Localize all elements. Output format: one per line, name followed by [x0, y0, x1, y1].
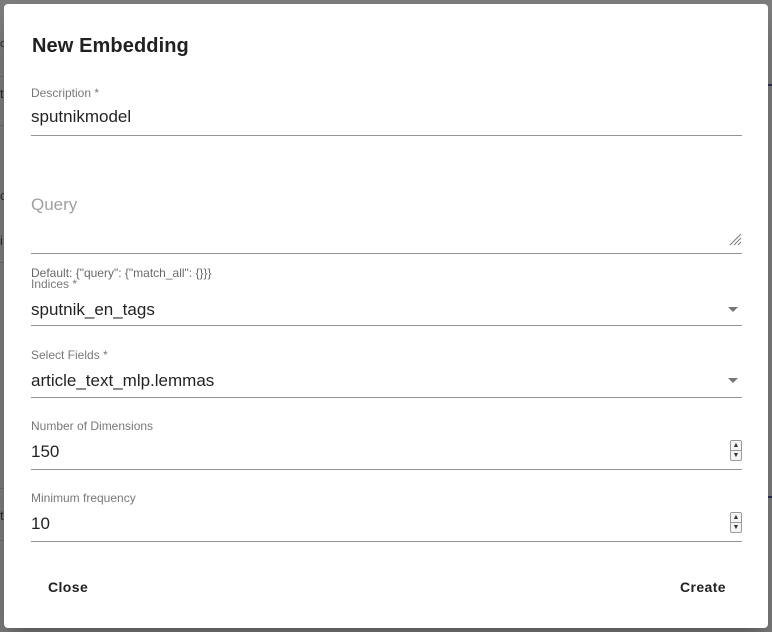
dimensions-input[interactable]: 150 [31, 442, 59, 462]
decrement-icon[interactable]: ▼ [731, 451, 741, 460]
new-embedding-dialog: New Embedding Description * sputnikmodel… [4, 4, 768, 628]
indices-underline [31, 325, 742, 326]
increment-icon[interactable]: ▲ [731, 441, 741, 451]
indices-value: sputnik_en_tags [31, 300, 155, 319]
dimensions-label: Number of Dimensions [31, 419, 154, 433]
number-spinner-icon[interactable]: ▲ ▼ [730, 512, 742, 533]
min-frequency-underline [31, 541, 742, 542]
decrement-icon[interactable]: ▼ [731, 523, 741, 532]
query-input[interactable]: Query [31, 195, 77, 215]
background-text: i [0, 233, 3, 248]
description-underline [31, 135, 742, 136]
caret-down-icon[interactable] [728, 378, 738, 383]
indices-label: Indices * [31, 277, 78, 291]
caret-down-icon[interactable] [728, 307, 738, 312]
create-button[interactable]: Create [664, 569, 742, 605]
select-fields-value: article_text_mlp.lemmas [31, 371, 215, 390]
description-label: Description * [31, 86, 100, 100]
indices-select[interactable]: Indices * sputnik_en_tags [31, 277, 742, 327]
select-fields-label: Select Fields * [31, 348, 108, 362]
select-fields-select[interactable]: Select Fields * article_text_mlp.lemmas [31, 348, 742, 398]
query-underline [31, 253, 742, 254]
description-input[interactable]: sputnikmodel [31, 107, 131, 127]
min-frequency-field[interactable]: Minimum frequency 10 ▲ ▼ [31, 491, 742, 543]
dimensions-field[interactable]: Number of Dimensions 150 ▲ ▼ [31, 419, 742, 471]
dialog-title: New Embedding [32, 35, 189, 57]
min-frequency-input[interactable]: 10 [31, 514, 50, 534]
resize-grip-icon[interactable] [728, 232, 742, 246]
number-spinner-icon[interactable]: ▲ ▼ [730, 440, 742, 461]
increment-icon[interactable]: ▲ [731, 513, 741, 523]
query-field[interactable]: Query Default: {"query": {"match_all": {… [31, 190, 742, 280]
close-button[interactable]: Close [32, 569, 104, 605]
dimensions-underline [31, 469, 742, 470]
description-field[interactable]: Description * sputnikmodel [31, 85, 742, 137]
select-fields-underline [31, 397, 742, 398]
min-frequency-label: Minimum frequency [31, 491, 136, 505]
